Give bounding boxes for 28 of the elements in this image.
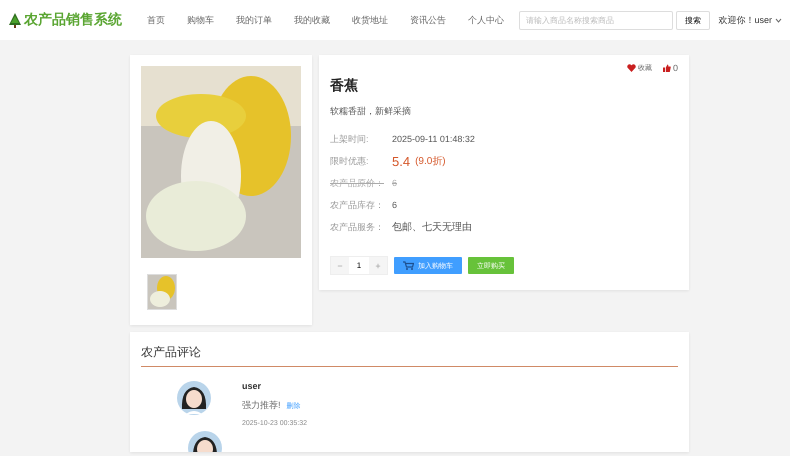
detail-value: 包邮、七天无理由 [392,220,472,234]
nav-link[interactable]: 我的收藏 [283,14,341,26]
detail-label: 限时优惠: [330,154,370,168]
detail-label: 上架时间: [330,132,370,146]
nav-link[interactable]: 我的订单 [225,14,283,26]
comment-text: 强力推荐! [242,399,281,412]
section-title: 农产品评论 [141,342,678,367]
detail-value: 6 [392,200,398,210]
comment-username: user [242,381,262,391]
detail-label: 农产品原价： [330,176,385,190]
site-logo-text: 农产品销售系统 [24,11,122,29]
nav-link[interactable]: 购物车 [176,14,225,26]
detail-label: 农产品服务： [330,220,385,234]
detail-value: 6 [392,178,398,188]
detail-label: 农产品库存： [330,198,385,212]
welcome-user-menu[interactable]: 欢迎你！user [718,14,772,26]
discount-text: (9.0折) [415,155,446,168]
product-name: 香蕉 [330,77,359,95]
sale-price: 5.4 [392,154,410,168]
nav-link[interactable]: 资讯公告 [399,14,457,26]
search-button[interactable]: 搜索 [676,10,710,30]
search-field[interactable]: 请输入商品名称搜索商品 [519,10,673,30]
nav-link[interactable]: 收货地址 [341,14,399,26]
like-count: 0 [672,63,678,73]
detail-value: 2025-09-11 01:48:32 [392,134,475,144]
nav-link[interactable]: 首页 [136,14,176,26]
nav-link[interactable]: 个人中心 [457,14,515,26]
product-description: 软糯香甜，新鲜采摘 [330,105,412,118]
